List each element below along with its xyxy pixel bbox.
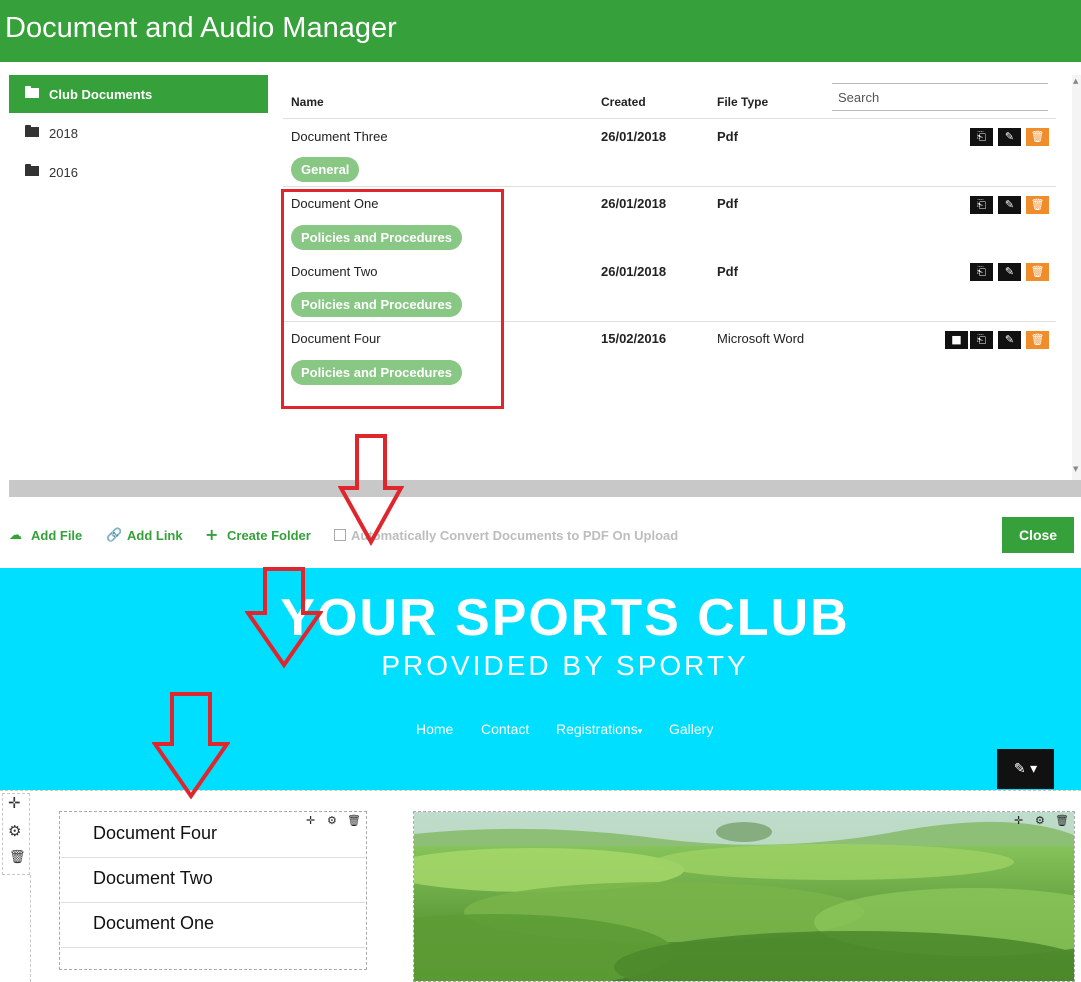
trash-icon[interactable]: 🗑 bbox=[347, 814, 361, 827]
horizontal-scrollbar[interactable] bbox=[9, 480, 1081, 497]
edit-icon[interactable]: ✎ bbox=[998, 196, 1021, 214]
nav-home[interactable]: Home bbox=[416, 721, 453, 737]
column-header-name[interactable]: Name bbox=[291, 95, 324, 109]
create-folder-button[interactable]: Create Folder bbox=[227, 528, 311, 543]
close-button[interactable]: Close bbox=[1002, 517, 1074, 553]
add-file-button[interactable]: Add File bbox=[31, 528, 82, 543]
list-item[interactable]: Document Four bbox=[61, 813, 365, 858]
site-brand-title: YOUR SPORTS CLUB bbox=[280, 589, 850, 647]
folder-open-icon bbox=[25, 86, 39, 98]
nav-registrations-label: Registrations bbox=[556, 721, 638, 737]
scroll-up-icon[interactable]: ▲ bbox=[1073, 77, 1078, 85]
edit-icon[interactable]: ✎ bbox=[998, 263, 1021, 281]
sidebar-item-2018[interactable]: 2018 bbox=[9, 114, 268, 152]
sidebar-item-2016[interactable]: 2016 bbox=[9, 153, 268, 191]
sidebar-item-label: 2016 bbox=[49, 165, 78, 180]
row-type: Pdf bbox=[717, 264, 738, 279]
delete-icon[interactable]: 🗑 bbox=[1026, 331, 1049, 349]
down-arrow-annotation bbox=[152, 692, 230, 800]
app-header: Document and Audio Manager bbox=[0, 0, 1081, 62]
move-icon[interactable]: ⎗ bbox=[970, 331, 993, 349]
move-icon[interactable]: ✛ bbox=[306, 814, 315, 827]
app-title: Document and Audio Manager bbox=[5, 12, 397, 44]
nav-registrations[interactable]: Registrations▾ bbox=[556, 721, 642, 737]
row-name[interactable]: Document Three bbox=[291, 129, 388, 144]
row-type: Pdf bbox=[717, 129, 738, 144]
column-header-created[interactable]: Created bbox=[601, 95, 646, 109]
plus-icon[interactable]: + bbox=[205, 525, 218, 544]
highlight-box bbox=[281, 189, 504, 409]
trash-icon[interactable]: 🗑 bbox=[9, 850, 26, 865]
sidebar-item-club-documents[interactable]: Club Documents bbox=[9, 75, 268, 113]
row-type: Microsoft Word bbox=[717, 331, 805, 346]
search-input[interactable] bbox=[832, 83, 1048, 111]
list-item[interactable]: Document One bbox=[61, 903, 365, 948]
nav-contact[interactable]: Contact bbox=[481, 721, 529, 737]
column-divider bbox=[30, 875, 31, 982]
delete-icon[interactable]: 🗑 bbox=[1026, 196, 1049, 214]
vertical-scrollbar[interactable] bbox=[1072, 75, 1081, 480]
folder-icon bbox=[25, 125, 39, 137]
category-tag[interactable]: General bbox=[291, 157, 360, 182]
edit-page-button[interactable]: ✎ ▾ bbox=[997, 749, 1054, 789]
down-arrow-annotation bbox=[245, 567, 323, 669]
folder-icon bbox=[25, 164, 39, 176]
row-created: 26/01/2018 bbox=[601, 196, 667, 211]
row-created: 26/01/2018 bbox=[601, 129, 667, 144]
row-tools: ✛ ⚙ 🗑 bbox=[2, 793, 30, 875]
image-widget bbox=[413, 811, 1075, 982]
down-arrow-annotation bbox=[338, 434, 404, 546]
row-created: 15/02/2016 bbox=[601, 331, 667, 346]
delete-icon[interactable]: 🗑 bbox=[1026, 128, 1049, 146]
gear-icon[interactable]: ⚙ bbox=[327, 814, 337, 827]
edit-icon[interactable]: ✎ bbox=[998, 128, 1021, 146]
row-type: Pdf bbox=[717, 196, 738, 211]
move-icon[interactable]: ⎗ bbox=[970, 128, 993, 146]
edit-icon[interactable]: ✎ bbox=[998, 331, 1021, 349]
link-icon[interactable]: 🔗 bbox=[106, 528, 122, 543]
file-icon[interactable]: ■ bbox=[945, 331, 968, 349]
scroll-down-icon[interactable]: ▼ bbox=[1073, 465, 1078, 473]
sidebar-item-label: 2018 bbox=[49, 126, 78, 141]
divider bbox=[283, 118, 1056, 119]
site-tagline: PROVIDED BY SPORTY bbox=[381, 650, 749, 681]
gear-icon[interactable]: ⚙ bbox=[1035, 814, 1045, 827]
delete-icon[interactable]: 🗑 bbox=[1026, 263, 1049, 281]
golf-course-image bbox=[414, 812, 1074, 981]
sidebar-item-label: Club Documents bbox=[49, 87, 153, 102]
divider bbox=[283, 186, 1056, 187]
trash-icon[interactable]: 🗑 bbox=[1055, 814, 1069, 827]
move-icon[interactable]: ✛ bbox=[1014, 814, 1023, 827]
move-icon[interactable]: ✛ bbox=[8, 794, 21, 812]
row-created: 26/01/2018 bbox=[601, 264, 667, 279]
gear-icon[interactable]: ⚙ bbox=[8, 822, 21, 840]
move-icon[interactable]: ⎗ bbox=[970, 196, 993, 214]
add-link-button[interactable]: Add Link bbox=[127, 528, 183, 543]
move-icon[interactable]: ⎗ bbox=[970, 263, 993, 281]
upload-icon[interactable]: ☁ bbox=[9, 528, 22, 543]
nav-gallery[interactable]: Gallery bbox=[669, 721, 713, 737]
list-item[interactable]: Document Two bbox=[61, 858, 365, 903]
caret-down-icon: ▾ bbox=[637, 726, 643, 736]
column-header-file-type[interactable]: File Type bbox=[717, 95, 768, 109]
